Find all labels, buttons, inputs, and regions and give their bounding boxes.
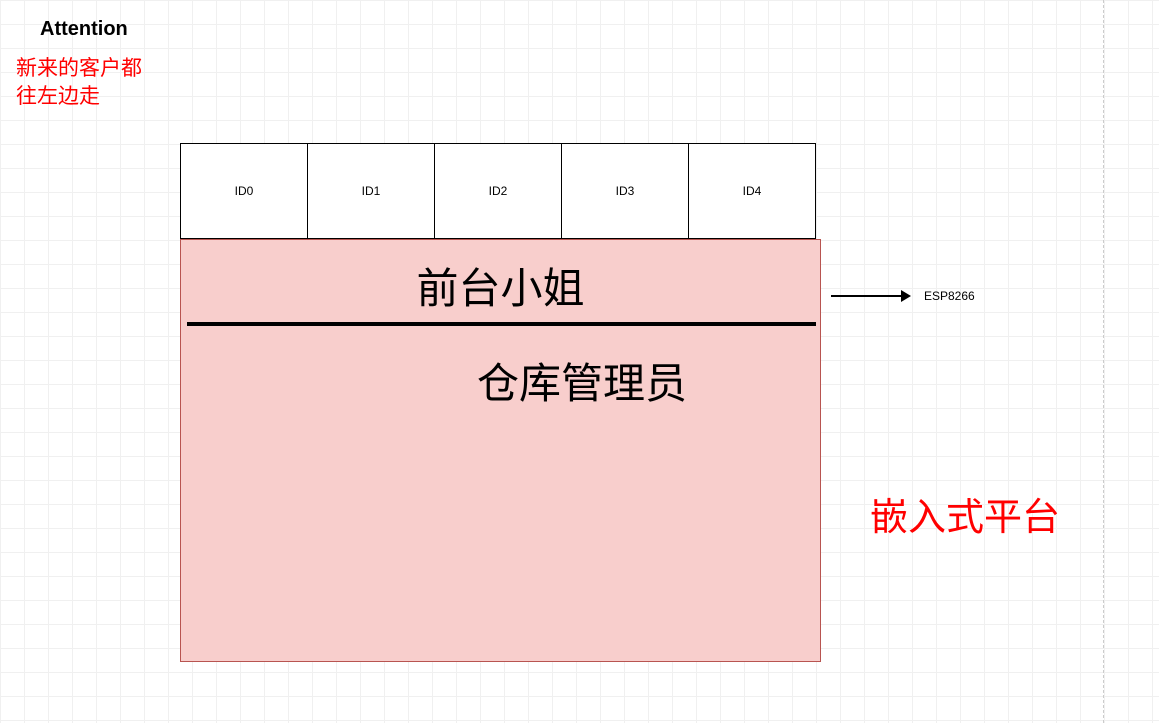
arrow-line (831, 295, 903, 297)
id-box-row: ID0 ID1 ID2 ID3 ID4 (180, 143, 816, 239)
warehouse-manager-label: 仓库管理员 (477, 350, 687, 411)
id-box-2: ID2 (434, 143, 562, 239)
diagram-canvas: Attention 新来的客户都 往左边走 ID0 ID1 ID2 ID3 ID… (0, 0, 1159, 723)
attention-note: 新来的客户都 往左边走 (16, 54, 142, 111)
arrow-head-icon (901, 290, 911, 302)
embedded-platform-label: 嵌入式平台 (870, 486, 1060, 541)
divider-line (187, 322, 816, 326)
id-box-4: ID4 (688, 143, 816, 239)
id-box-3: ID3 (561, 143, 689, 239)
attention-note-line2: 往左边走 (16, 84, 100, 108)
arrow-to-esp (831, 290, 911, 302)
id-box-0: ID0 (180, 143, 308, 239)
attention-title: Attention (40, 18, 128, 41)
attention-note-line1: 新来的客户都 (16, 56, 142, 80)
front-desk-label: 前台小姐 (180, 255, 821, 316)
esp8266-label: ESP8266 (924, 289, 975, 303)
id-box-1: ID1 (307, 143, 435, 239)
